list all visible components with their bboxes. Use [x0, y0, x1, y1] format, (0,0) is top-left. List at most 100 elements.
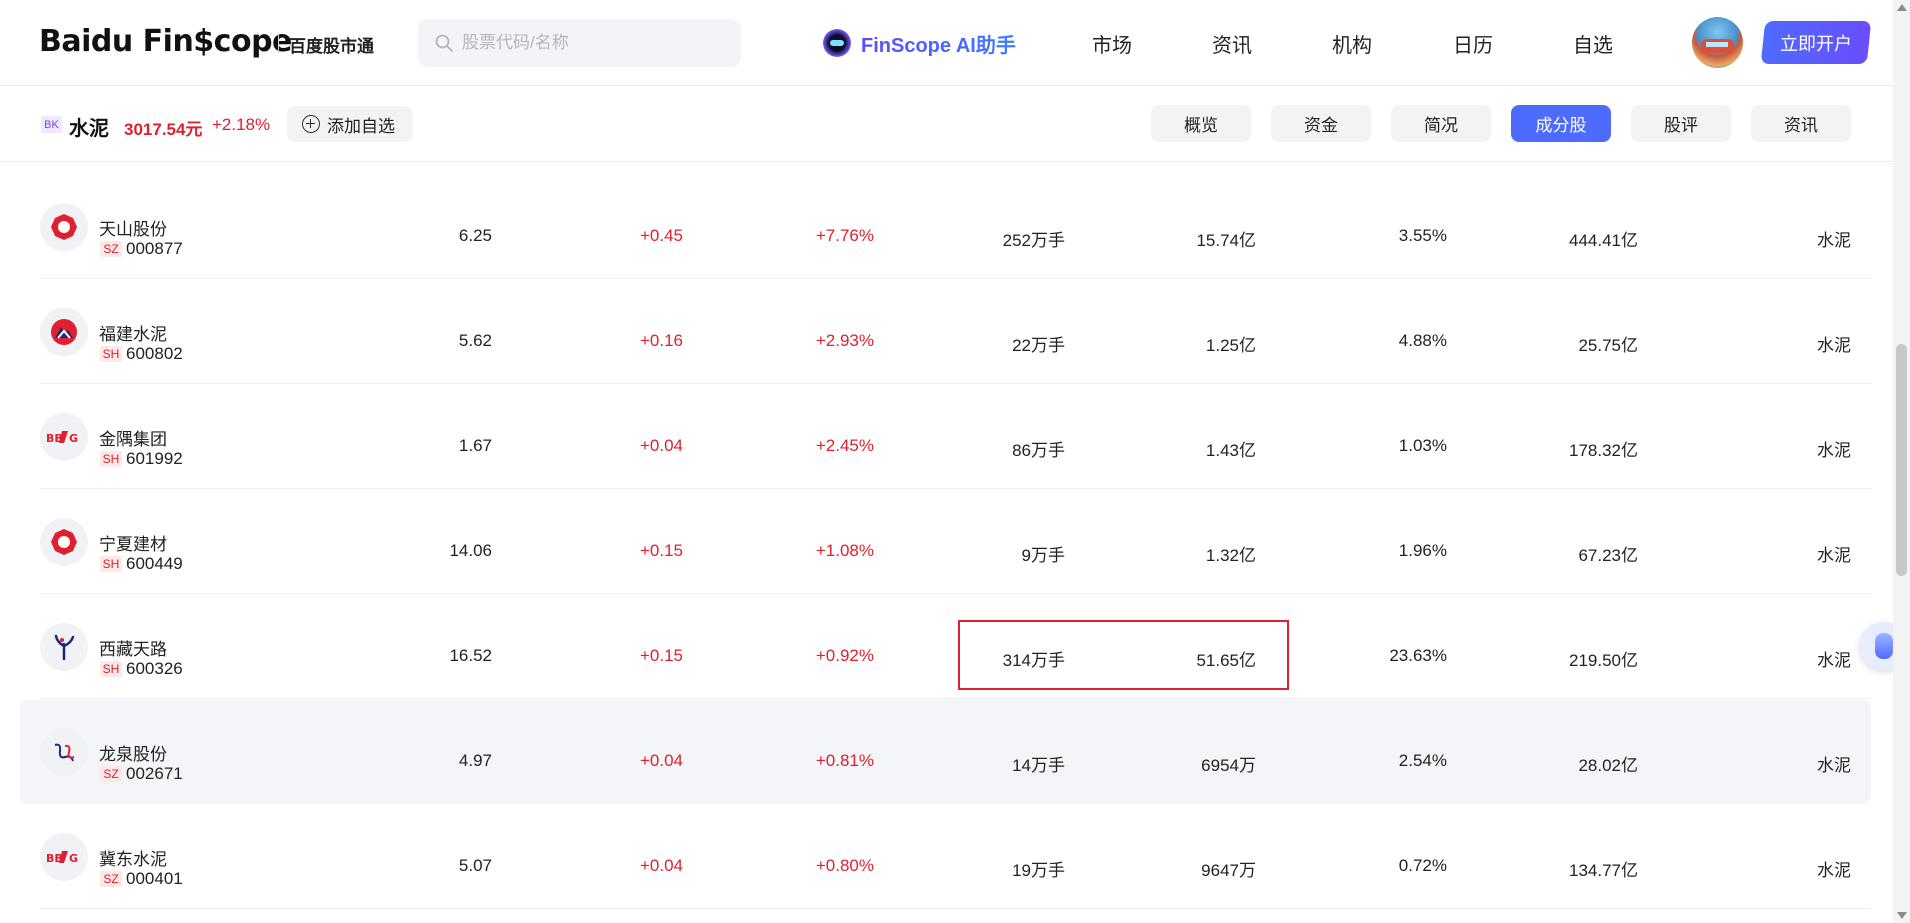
- change-percent-cell: +0.81%: [815, 751, 874, 770]
- highlight-box: [958, 620, 1289, 690]
- turnover-cell: 1.25亿: [1205, 336, 1256, 355]
- change-cell: +0.04: [639, 751, 683, 770]
- volume-cell: 86万手: [1012, 441, 1065, 460]
- search-input[interactable]: [462, 19, 732, 67]
- scroll-down-arrow-icon[interactable]: [1897, 912, 1907, 919]
- row-divider: [40, 698, 1871, 699]
- scroll-up-arrow-icon[interactable]: [1897, 4, 1907, 11]
- stock-code: 601992: [126, 449, 183, 468]
- nav-calendar[interactable]: 日历: [1453, 29, 1493, 58]
- table-row[interactable]: 西藏天路 SH 600326 16.52 +0.15 +0.92% 314万手 51.65亿 2…: [20, 595, 1871, 699]
- add-watchlist-label: 添加自选: [327, 116, 395, 136]
- svg-text:G: G: [69, 432, 78, 445]
- market-badge: SH: [100, 556, 122, 572]
- market-cap-cell: 67.23亿: [1578, 546, 1638, 565]
- search-box[interactable]: [418, 19, 741, 67]
- nav-news[interactable]: 资讯: [1212, 29, 1252, 58]
- tab-news[interactable]: 资讯: [1751, 105, 1851, 142]
- stock-name[interactable]: 西藏天路: [99, 635, 167, 660]
- market-cap-cell: 219.50亿: [1569, 651, 1638, 670]
- price-cell: 4.97: [458, 751, 492, 770]
- turnover-rate-cell: 23.63%: [1389, 646, 1447, 665]
- sector-cell: 水泥: [1817, 546, 1851, 565]
- stock-code: 002671: [126, 764, 183, 783]
- stock-logo-icon: BB G: [40, 833, 88, 881]
- stock-name[interactable]: 龙泉股份: [99, 740, 167, 765]
- change-percent-cell: +0.92%: [815, 646, 874, 665]
- tab-comments[interactable]: 股评: [1631, 105, 1731, 142]
- change-cell: +0.15: [639, 646, 683, 665]
- change-cell: +0.04: [639, 856, 683, 875]
- stock-code: 600802: [126, 344, 183, 363]
- table-row[interactable]: 宁夏建材 SH 600449 14.06 +0.15 +1.08% 9万手 1.32亿 1.96…: [20, 490, 1871, 594]
- logo[interactable]: Baidu Fin$cope: [39, 24, 292, 59]
- table-row[interactable]: 龙泉股份 SZ 002671 4.97 +0.04 +0.81% 14万手 6954万 2.54…: [20, 700, 1871, 804]
- price-cell: 14.06: [449, 541, 492, 560]
- volume-cell: 14万手: [1012, 756, 1065, 775]
- market-badge: SH: [100, 661, 122, 677]
- table-row[interactable]: BB G 冀东水泥 SZ 000401 5.07 +0.04 +0.80% 19万手 9647万 0…: [20, 805, 1871, 909]
- open-account-label: 立即开户: [1780, 33, 1852, 54]
- nav-institutions[interactable]: 机构: [1332, 29, 1372, 58]
- sector-badge: BK: [41, 116, 62, 133]
- change-percent-cell: +2.45%: [815, 436, 874, 455]
- ai-assistant-link[interactable]: FinScope AI助手: [823, 28, 1016, 58]
- sector-cell: 水泥: [1817, 336, 1851, 355]
- market-cap-cell: 28.02亿: [1578, 756, 1638, 775]
- svg-text:G: G: [69, 852, 78, 865]
- nav-watchlist[interactable]: 自选: [1573, 29, 1613, 58]
- nav-market[interactable]: 市场: [1092, 29, 1132, 58]
- turnover-rate-cell: 1.96%: [1398, 541, 1447, 560]
- change-percent-cell: +0.80%: [815, 856, 874, 875]
- change-cell: +0.45: [639, 226, 683, 245]
- stock-code: 000877: [126, 239, 183, 258]
- scroll-thumb[interactable]: [1896, 344, 1907, 576]
- logo-divider: [278, 33, 279, 53]
- sector-cell: 水泥: [1817, 861, 1851, 880]
- sector-cell: 水泥: [1817, 231, 1851, 250]
- price-cell: 5.62: [458, 331, 492, 350]
- price-cell: 5.07: [458, 856, 492, 875]
- stock-name[interactable]: 金隅集团: [99, 425, 167, 450]
- scrollbar[interactable]: [1893, 0, 1910, 923]
- stock-name[interactable]: 福建水泥: [99, 320, 167, 345]
- market-cap-cell: 178.32亿: [1569, 441, 1638, 460]
- stock-logo-icon: BB G: [40, 413, 88, 461]
- stock-name[interactable]: 天山股份: [99, 215, 167, 240]
- table-row[interactable]: 天山股份 SZ 000877 6.25 +0.45 +7.76% 252万手 15.74亿 3.…: [20, 175, 1871, 279]
- tab-profile[interactable]: 简况: [1391, 105, 1491, 142]
- stock-logo-icon: [40, 203, 88, 251]
- market-badge: SH: [100, 451, 122, 467]
- tab-capital[interactable]: 资金: [1271, 105, 1371, 142]
- tab-constituents[interactable]: 成分股: [1511, 105, 1611, 142]
- table-row[interactable]: BB G 金隅集团 SH 601992 1.67 +0.04 +2.45% 86万手 1.43亿 1…: [20, 385, 1871, 489]
- open-account-button[interactable]: 立即开户: [1760, 21, 1872, 64]
- volume-cell: 19万手: [1012, 861, 1065, 880]
- avatar[interactable]: [1692, 17, 1743, 68]
- change-cell: +0.16: [639, 331, 683, 350]
- stock-logo-icon: [40, 728, 88, 776]
- plus-circle-icon: [302, 115, 320, 133]
- tab-overview[interactable]: 概览: [1151, 105, 1251, 142]
- stock-name[interactable]: 冀东水泥: [99, 845, 167, 870]
- sector-cell: 水泥: [1817, 756, 1851, 775]
- price-cell: 6.25: [458, 226, 492, 245]
- volume-cell: 9万手: [1021, 546, 1065, 565]
- stock-name[interactable]: 宁夏建材: [99, 530, 167, 555]
- turnover-rate-cell: 4.88%: [1398, 331, 1447, 350]
- market-cap-cell: 25.75亿: [1578, 336, 1638, 355]
- change-cell: +0.15: [639, 541, 683, 560]
- price-cell: 1.67: [458, 436, 492, 455]
- row-divider: [40, 908, 1871, 909]
- page: Baidu Fin$cope 百度股市通 FinScope AI助手 市场 资讯…: [0, 0, 1910, 923]
- change-percent-cell: +1.08%: [815, 541, 874, 560]
- turnover-cell: 6954万: [1201, 756, 1256, 775]
- add-watchlist-button[interactable]: 添加自选: [287, 106, 413, 142]
- turnover-cell: 1.43亿: [1205, 441, 1256, 460]
- sector-cell: 水泥: [1817, 441, 1851, 460]
- turnover-cell: 9647万: [1201, 861, 1256, 880]
- table-row[interactable]: 福建水泥 SH 600802 5.62 +0.16 +2.93% 22万手 1.25亿 4.88…: [20, 280, 1871, 384]
- ai-assistant-icon: [823, 29, 851, 57]
- turnover-rate-cell: 0.72%: [1398, 856, 1447, 875]
- stock-logo-icon: [40, 308, 88, 356]
